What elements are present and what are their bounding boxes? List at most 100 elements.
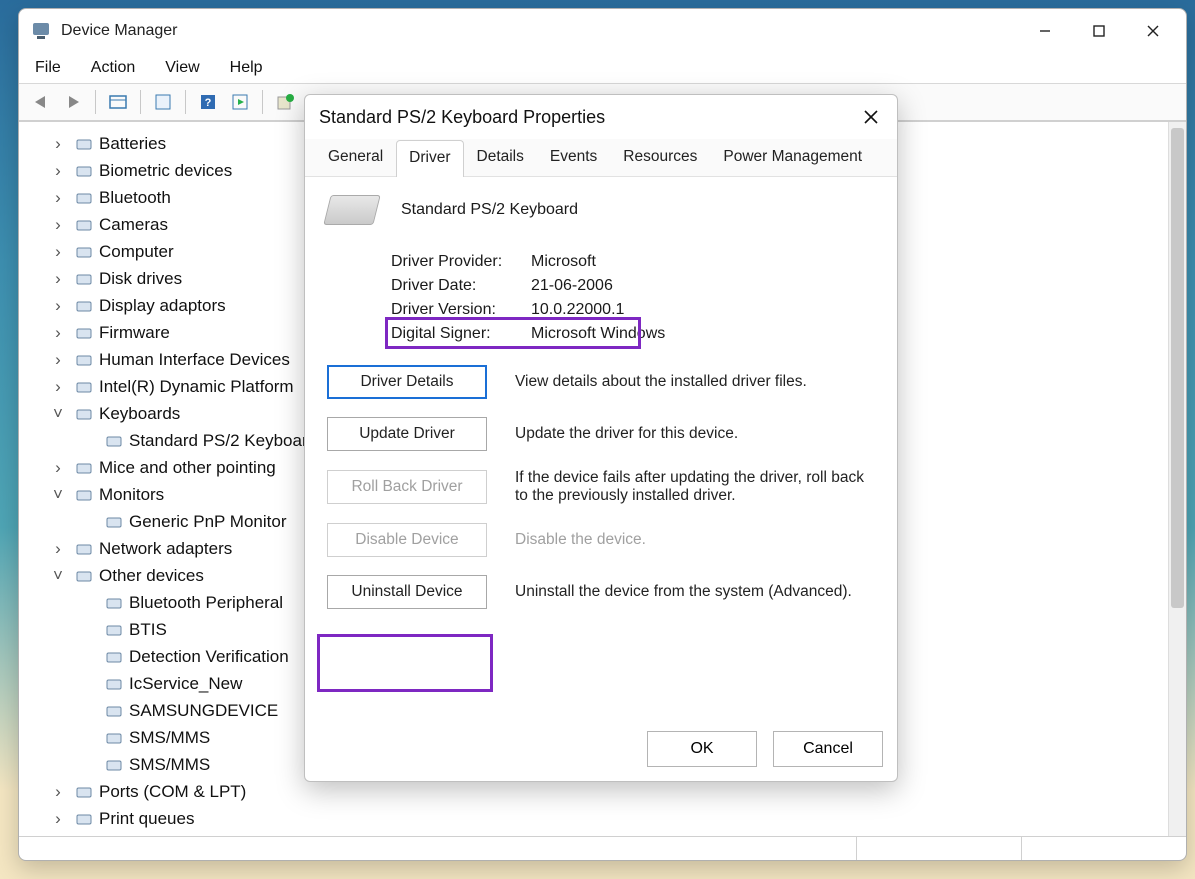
menu-view[interactable]: View (163, 59, 201, 77)
driver-date-value: 21-06-2006 (531, 277, 613, 295)
expand-icon[interactable]: › (49, 134, 67, 154)
device-icon (73, 188, 95, 208)
tree-item-label: Batteries (99, 134, 166, 154)
titlebar: Device Manager (19, 9, 1186, 53)
disable-device-button: Disable Device (327, 523, 487, 557)
ok-button[interactable]: OK (647, 731, 757, 767)
expand-icon[interactable]: › (49, 458, 67, 478)
tab-details[interactable]: Details (464, 139, 537, 176)
device-icon (73, 269, 95, 289)
tab-events[interactable]: Events (537, 139, 610, 176)
roll-back-driver-desc: If the device fails after updating the d… (515, 469, 875, 505)
tree-item-label: IcService_New (129, 674, 242, 694)
properties-button[interactable] (149, 88, 177, 116)
device-icon (103, 674, 125, 694)
device-icon (73, 539, 95, 559)
back-button[interactable] (27, 88, 55, 116)
device-icon (73, 296, 95, 316)
collapse-icon[interactable]: ˅ (49, 485, 67, 505)
tree-item-label: Biometric devices (99, 161, 232, 181)
maximize-button[interactable] (1072, 13, 1126, 49)
update-driver-button-dlg[interactable]: Update Driver (327, 417, 487, 451)
device-icon (73, 134, 95, 154)
device-icon (103, 512, 125, 532)
driver-details-desc: View details about the installed driver … (515, 373, 875, 391)
tree-item-label: Other devices (99, 566, 204, 586)
expand-icon[interactable]: › (49, 215, 67, 235)
expand-icon[interactable]: › (49, 539, 67, 559)
tab-power-management[interactable]: Power Management (710, 139, 875, 176)
device-name: Standard PS/2 Keyboard (401, 201, 578, 219)
expand-icon[interactable]: › (49, 188, 67, 208)
tab-resources[interactable]: Resources (610, 139, 710, 176)
device-icon (73, 350, 95, 370)
highlight-uninstall (317, 634, 493, 692)
scan-button[interactable] (226, 88, 254, 116)
device-icon (73, 566, 95, 586)
help-button[interactable]: ? (194, 88, 222, 116)
uninstall-device-button[interactable]: Uninstall Device (327, 575, 487, 609)
expand-icon[interactable]: › (49, 809, 67, 829)
vertical-scrollbar[interactable] (1168, 122, 1186, 836)
device-icon (103, 755, 125, 775)
tree-item-label: SMS/MMS (129, 755, 210, 775)
menu-file[interactable]: File (33, 59, 63, 77)
tree-item-label: Print queues (99, 809, 194, 829)
driver-provider-label: Driver Provider: (391, 253, 531, 271)
tree-item-label: Detection Verification (129, 647, 289, 667)
expand-icon[interactable]: › (49, 377, 67, 397)
device-icon (73, 782, 95, 802)
menu-action[interactable]: Action (89, 59, 137, 77)
dialog-title: Standard PS/2 Keyboard Properties (319, 107, 605, 128)
tab-driver[interactable]: Driver (396, 140, 463, 177)
update-driver-desc: Update the driver for this device. (515, 425, 875, 443)
expand-icon[interactable]: › (49, 323, 67, 343)
device-icon (73, 485, 95, 505)
device-icon (73, 809, 95, 829)
device-icon (73, 404, 95, 424)
collapse-icon[interactable]: ˅ (49, 566, 67, 586)
device-icon (103, 593, 125, 613)
dialog-close-button[interactable] (855, 101, 887, 133)
device-icon (103, 728, 125, 748)
minimize-button[interactable] (1018, 13, 1072, 49)
tree-item[interactable]: › Print queues (49, 805, 1186, 832)
disable-device-desc: Disable the device. (515, 531, 875, 549)
close-button[interactable] (1126, 13, 1180, 49)
tree-item-label: SAMSUNGDEVICE (129, 701, 278, 721)
expand-icon[interactable]: › (49, 161, 67, 181)
device-icon (73, 215, 95, 235)
tree-item-label: Intel(R) Dynamic Platform (99, 377, 294, 397)
svg-text:?: ? (205, 97, 212, 109)
tree-item[interactable]: › Ports (COM & LPT) (49, 778, 1186, 805)
expand-icon[interactable]: › (49, 242, 67, 262)
show-hidden-button[interactable] (104, 88, 132, 116)
menu-help[interactable]: Help (228, 59, 265, 77)
tree-item-label: Ports (COM & LPT) (99, 782, 246, 802)
collapse-icon[interactable]: ˅ (49, 404, 67, 424)
tree-item-label: Standard PS/2 Keyboard (129, 431, 317, 451)
tab-general[interactable]: General (315, 139, 396, 176)
driver-provider-value: Microsoft (531, 253, 596, 271)
cancel-button[interactable]: Cancel (773, 731, 883, 767)
forward-button[interactable] (59, 88, 87, 116)
app-icon (31, 21, 51, 41)
digital-signer-label: Digital Signer: (391, 325, 531, 343)
keyboard-icon (323, 195, 380, 225)
driver-details-button[interactable]: Driver Details (327, 365, 487, 399)
tree-item-label: Firmware (99, 323, 170, 343)
tree-item-label: Generic PnP Monitor (129, 512, 286, 532)
dialog-titlebar: Standard PS/2 Keyboard Properties (305, 95, 897, 139)
expand-icon[interactable]: › (49, 296, 67, 316)
expand-icon[interactable]: › (49, 269, 67, 289)
expand-icon[interactable]: › (49, 350, 67, 370)
driver-version-label: Driver Version: (391, 301, 531, 319)
scrollbar-thumb[interactable] (1171, 128, 1184, 608)
menubar: File Action View Help (19, 53, 1186, 83)
statusbar (19, 836, 1186, 860)
device-icon (103, 701, 125, 721)
driver-version-value: 10.0.22000.1 (531, 301, 624, 319)
tree-item-label: Human Interface Devices (99, 350, 290, 370)
update-driver-button[interactable] (271, 88, 299, 116)
expand-icon[interactable]: › (49, 782, 67, 802)
